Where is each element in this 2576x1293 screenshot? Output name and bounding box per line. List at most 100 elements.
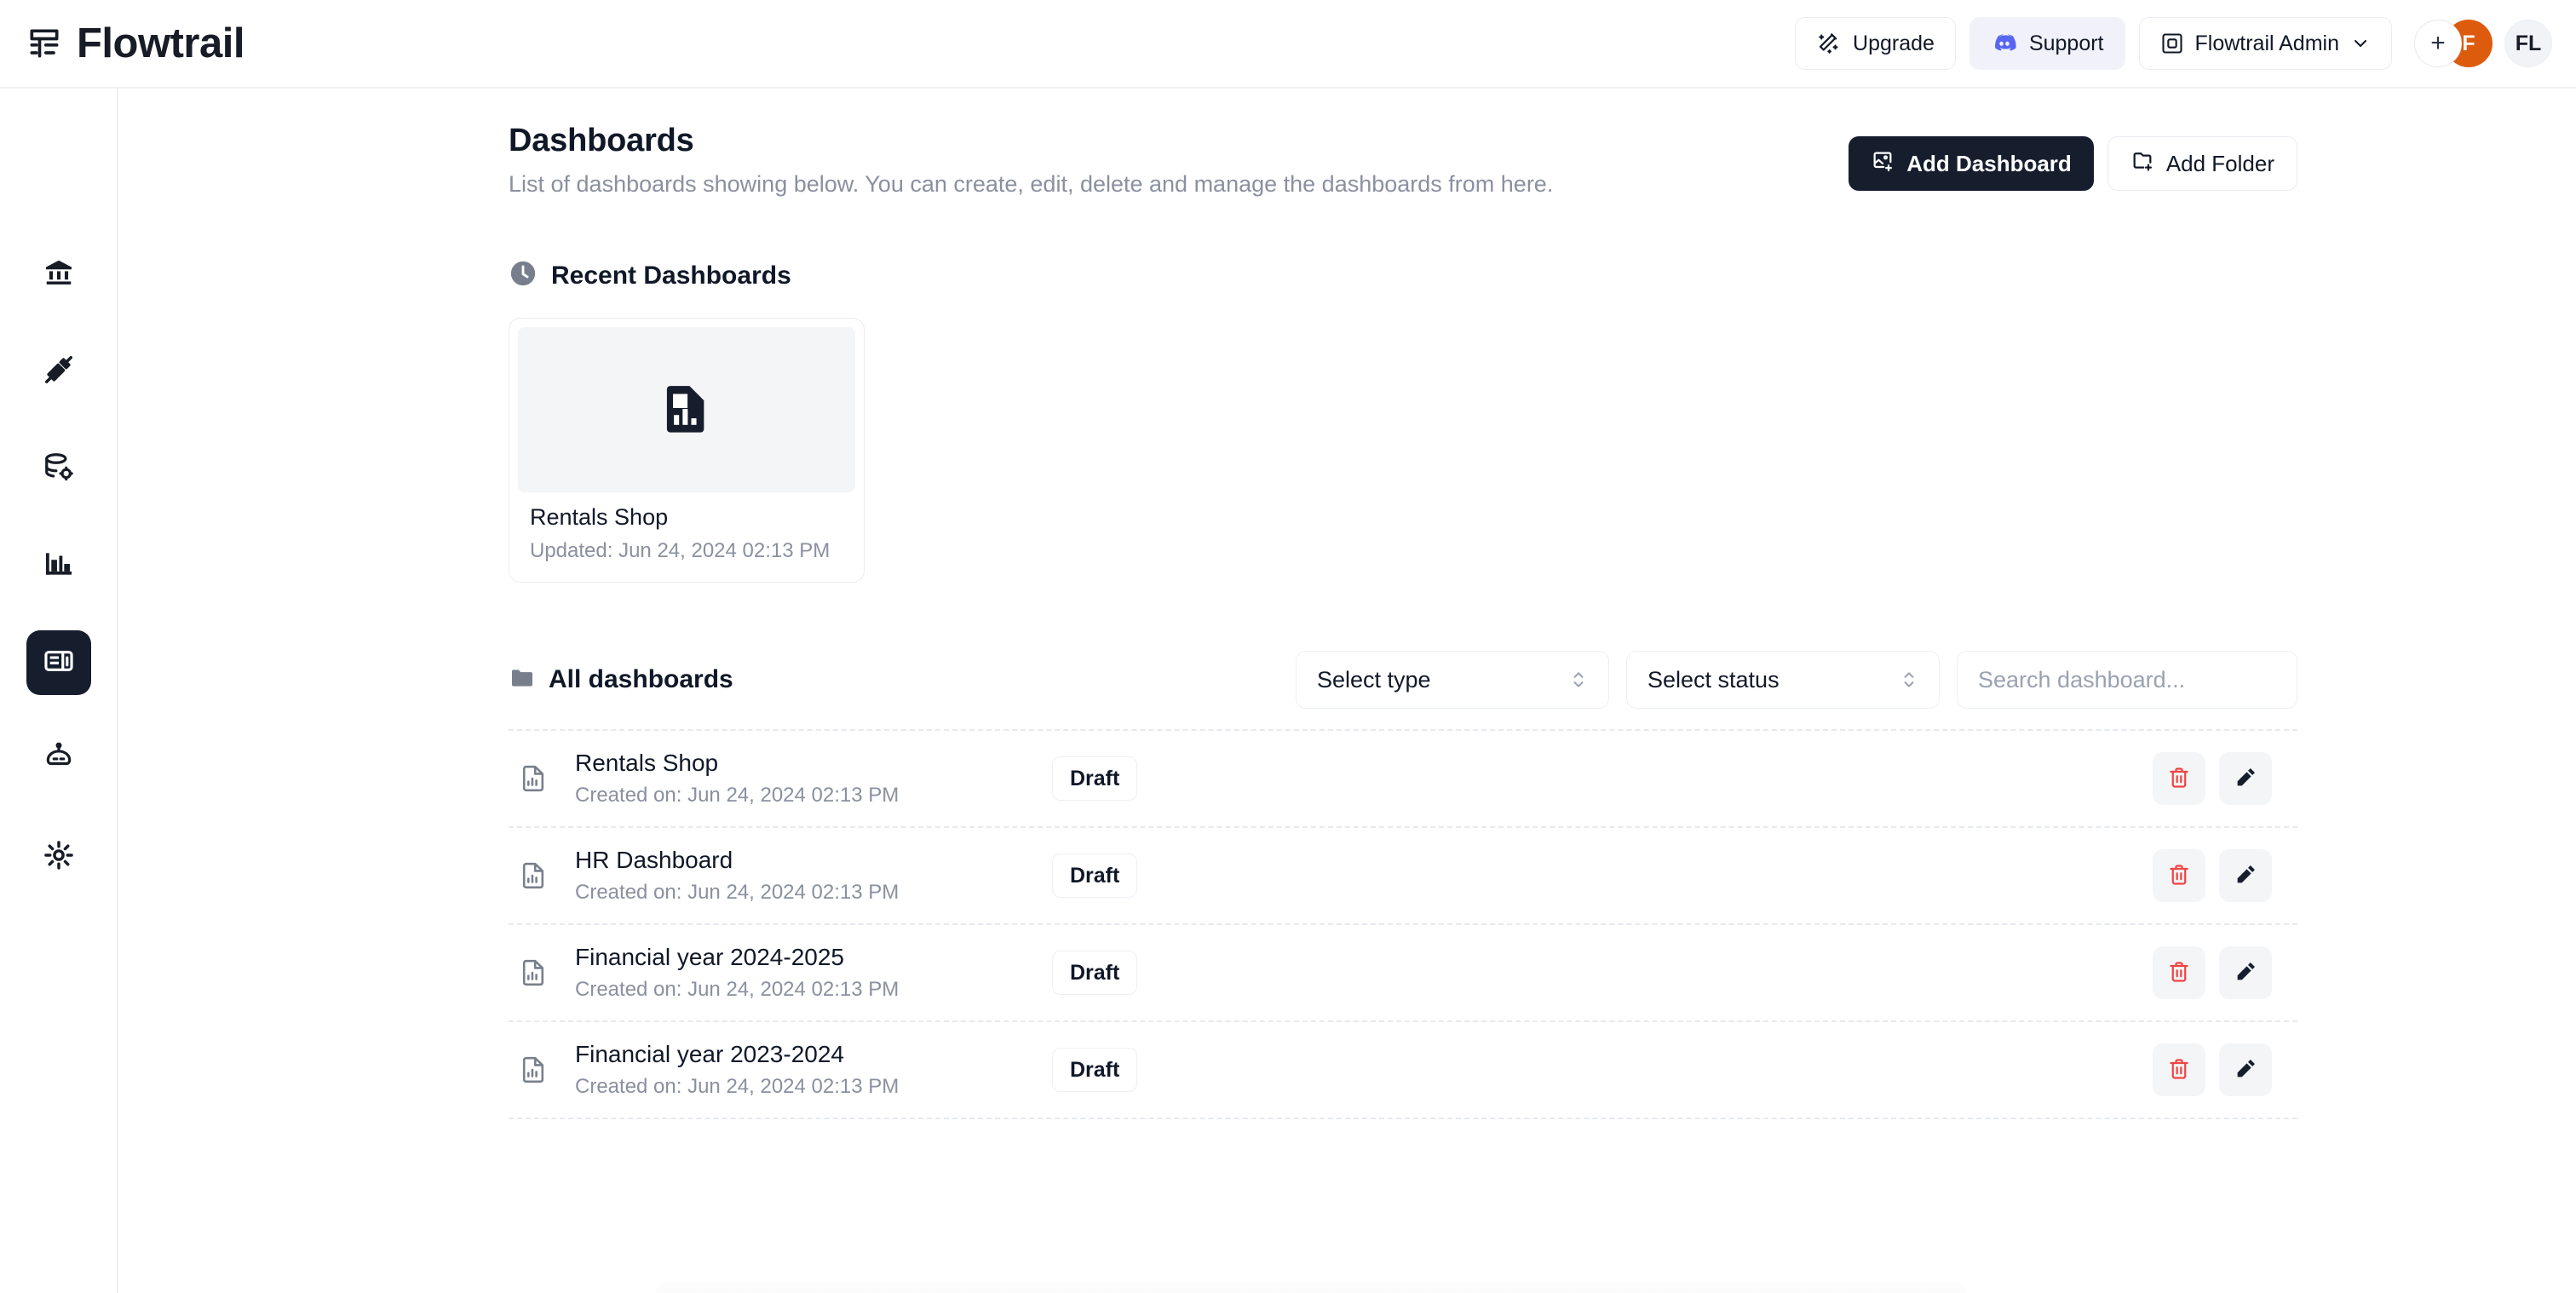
row-title: Rentals Shop (575, 750, 719, 776)
page-header-actions: Add Dashboard Add Folder (1849, 123, 2297, 191)
page-subtitle: List of dashboards showing below. You ca… (509, 171, 1554, 197)
plug-connection-icon (43, 353, 75, 390)
sidebar-item-datasets[interactable] (26, 436, 91, 501)
all-dashboards-title: All dashboards (549, 665, 733, 693)
card-body: Rentals Shop Updated: Jun 24, 2024 02:13… (509, 501, 864, 582)
database-gear-icon (43, 451, 75, 487)
sidebar-item-assistant[interactable] (26, 727, 91, 792)
row-title: HR Dashboard (575, 847, 733, 873)
flowtrail-logo-icon (26, 25, 63, 62)
table-row[interactable]: Financial year 2024-2025 Created on: Jun… (509, 925, 2297, 1022)
document-chart-icon (509, 763, 558, 794)
row-actions (2153, 946, 2297, 999)
row-created-meta: Created on: Jun 24, 2024 02:13 PM (575, 1075, 900, 1098)
sidebar-item-charts[interactable] (26, 533, 91, 598)
add-folder-button[interactable]: Add Folder (2107, 136, 2297, 191)
pencil-icon (2234, 863, 2257, 889)
document-chart-icon (509, 957, 558, 988)
workspace-logo-icon (2160, 32, 2184, 55)
all-dashboards-toolbar: All dashboards Select type Select status (509, 651, 2297, 709)
recent-dashboard-card[interactable]: Rentals Shop Updated: Jun 24, 2024 02:13… (509, 318, 865, 583)
avatar-group: + F FL (2414, 20, 2552, 67)
card-title: Rentals Shop (530, 504, 669, 530)
sidebar-item-settings[interactable] (26, 825, 91, 889)
main-content: Dashboards List of dashboards showing be… (118, 89, 2576, 1293)
trash-icon (2167, 1057, 2191, 1083)
table-row[interactable]: Financial year 2023-2024 Created on: Jun… (509, 1022, 2297, 1119)
brand-name: Flowtrail (77, 20, 244, 66)
row-actions (2153, 752, 2297, 805)
recent-dashboards-title: Recent Dashboards (551, 261, 791, 290)
bottom-panel-edge (655, 1281, 1967, 1293)
add-dashboard-button[interactable]: Add Dashboard (1849, 136, 2094, 191)
pencil-icon (2234, 766, 2257, 792)
card-thumbnail (518, 327, 855, 492)
page-header: Dashboards List of dashboards showing be… (509, 123, 2297, 198)
pencil-icon (2234, 1057, 2257, 1083)
table-row[interactable]: Rentals Shop Created on: Jun 24, 2024 02… (509, 731, 2297, 828)
chevron-updown-icon (1900, 668, 1918, 692)
folder-icon (509, 664, 536, 696)
delete-button[interactable] (2153, 752, 2205, 805)
delete-button[interactable] (2153, 946, 2205, 999)
bar-chart-icon (43, 548, 75, 584)
row-text: HR Dashboard Created on: Jun 24, 2024 02… (575, 847, 1052, 905)
edit-button[interactable] (2219, 946, 2272, 999)
row-created-meta: Created on: Jun 24, 2024 02:13 PM (575, 881, 900, 904)
card-updated-meta: Updated: Jun 24, 2024 02:13 PM (530, 539, 831, 562)
upgrade-label: Upgrade (1853, 31, 1935, 55)
add-dashboard-label: Add Dashboard (1906, 150, 2072, 176)
sparkle-wand-icon (1816, 31, 1842, 56)
trash-icon (2167, 766, 2191, 792)
trash-icon (2167, 960, 2191, 986)
select-type-dropdown[interactable]: Select type (1296, 651, 1609, 709)
select-status-label: Select status (1647, 666, 1780, 692)
workspace-label: Flowtrail Admin (2194, 31, 2340, 55)
upgrade-button[interactable]: Upgrade (1795, 17, 1956, 70)
document-chart-icon (509, 860, 558, 891)
delete-button[interactable] (2153, 1043, 2205, 1096)
chevron-updown-icon (1569, 668, 1588, 692)
workspace-switcher-button[interactable]: Flowtrail Admin (2138, 17, 2392, 70)
delete-button[interactable] (2153, 849, 2205, 902)
pencil-icon (2234, 960, 2257, 986)
gear-icon (43, 839, 75, 876)
member-avatar-stack[interactable]: + F (2414, 20, 2493, 67)
status-badge: Draft (1052, 1048, 1138, 1092)
sidebar-item-dashboards[interactable] (26, 630, 91, 695)
row-text: Financial year 2023-2024 Created on: Jun… (575, 1041, 1052, 1099)
header-actions: Upgrade Support Flowtrail Admin + F FL (1795, 17, 2552, 70)
chevron-down-icon (2350, 33, 2371, 54)
support-label: Support (2028, 31, 2104, 55)
row-text: Rentals Shop Created on: Jun 24, 2024 02… (575, 750, 1052, 807)
document-chart-icon (509, 1055, 558, 1085)
row-created-meta: Created on: Jun 24, 2024 02:13 PM (575, 784, 900, 807)
status-badge: Draft (1052, 756, 1138, 801)
row-title: Financial year 2023-2024 (575, 1041, 844, 1067)
page-title: Dashboards (509, 123, 694, 158)
filter-controls: Select type Select status (1296, 651, 2297, 709)
bank-icon (43, 256, 75, 293)
folder-plus-icon (2130, 149, 2154, 179)
sidebar-item-home[interactable] (26, 242, 91, 307)
discord-icon (1991, 30, 2018, 57)
brand[interactable]: Flowtrail (26, 20, 244, 66)
edit-button[interactable] (2219, 752, 2272, 805)
table-row[interactable]: HR Dashboard Created on: Jun 24, 2024 02… (509, 828, 2297, 925)
row-actions (2153, 849, 2297, 902)
edit-button[interactable] (2219, 849, 2272, 902)
select-status-dropdown[interactable]: Select status (1626, 651, 1940, 709)
select-type-label: Select type (1317, 666, 1431, 692)
row-actions (2153, 1043, 2297, 1096)
edit-button[interactable] (2219, 1043, 2272, 1096)
dashboard-icon (43, 645, 75, 681)
user-avatar[interactable]: FL (2504, 20, 2552, 67)
support-button[interactable]: Support (1969, 17, 2125, 70)
trash-icon (2167, 863, 2191, 889)
sidebar-item-connections[interactable] (26, 339, 91, 404)
search-input[interactable] (1957, 651, 2297, 709)
document-chart-icon (658, 380, 715, 440)
add-member-button[interactable]: + (2414, 20, 2462, 67)
row-created-meta: Created on: Jun 24, 2024 02:13 PM (575, 978, 900, 1001)
add-folder-label: Add Folder (2165, 150, 2274, 176)
